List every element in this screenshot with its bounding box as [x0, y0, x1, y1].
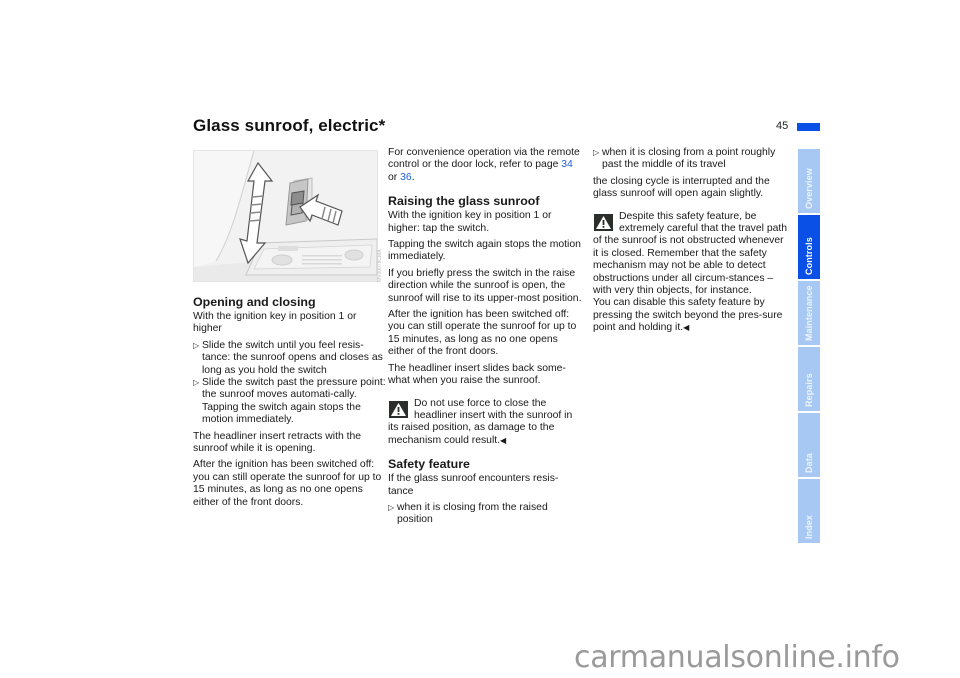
heading-safety-feature: Safety feature [388, 457, 470, 472]
tab-label: Maintenance [804, 285, 814, 341]
heading-raising-sunroof: Raising the glass sunroof [388, 194, 540, 209]
tab-maintenance[interactable]: Maintenance [798, 281, 820, 345]
page-link-36[interactable]: 36 [400, 172, 412, 183]
paragraph-convenience: For convenience operation via the remote… [388, 147, 583, 184]
list-item: ▷ when it is closing from the raised pos… [388, 502, 583, 527]
tab-label: Controls [804, 237, 814, 275]
bullet-arrow-icon: ▷ [193, 378, 200, 388]
page-number-bar [797, 123, 820, 131]
page-link-34[interactable]: 34 [561, 159, 573, 170]
tab-data[interactable]: Data [798, 413, 820, 477]
tab-repairs[interactable]: Repairs [798, 347, 820, 411]
column-2: For convenience operation via the remote… [388, 147, 583, 531]
paragraph: After the ignition has been switched off… [193, 459, 382, 508]
column-3: ▷ when it is closing from a point roughl… [593, 147, 788, 339]
paragraph: If you briefly press the switch in the r… [388, 267, 582, 304]
list-item-text: when it is closing from the raised posit… [397, 501, 548, 526]
tab-controls[interactable]: Controls [798, 215, 820, 279]
bullet-list: ▷ when it is closing from a point roughl… [593, 147, 788, 172]
warning-triangle-icon [389, 400, 408, 418]
paragraph: After the ignition has been switched off… [388, 309, 577, 358]
paragraph: the closing cycle is interrupted and the… [593, 175, 770, 200]
tab-label: Index [804, 514, 814, 539]
sunroof-switch-drawing [194, 151, 377, 281]
list-item: ▷ Slide the switch past the pressure poi… [193, 377, 388, 427]
tab-overview[interactable]: Overview [798, 149, 820, 213]
watermark: carmanualsonline.info [574, 640, 900, 675]
text: . [411, 171, 415, 183]
paragraph: The headliner insert slides back some-wh… [388, 362, 566, 387]
bullet-arrow-icon: ▷ [193, 340, 200, 350]
tab-label: Repairs [804, 373, 814, 407]
end-mark-icon: ◀ [500, 435, 507, 445]
tab-label: Overview [804, 168, 814, 209]
paragraph: With the ignition key in position 1 or h… [193, 311, 357, 335]
list-item: ▷ when it is closing from a point roughl… [593, 147, 788, 172]
page-title: Glass sunroof, electric* [193, 116, 386, 135]
end-mark-icon: ◀ [683, 323, 690, 333]
warning-text: Do not use force to close the headliner … [388, 398, 583, 448]
bullet-list: ▷ Slide the switch until you feel resis-… [193, 340, 388, 427]
heading-opening-closing: Opening and closing [193, 295, 316, 309]
warning-triangle-icon [594, 213, 613, 231]
warning-text: Despite this safety feature, be extremel… [593, 211, 788, 335]
list-item-text: when it is closing from a point roughly … [602, 147, 776, 171]
bullet-arrow-icon: ▷ [388, 502, 395, 512]
page-number: 45 [776, 120, 789, 132]
tab-index[interactable]: Index [798, 479, 820, 543]
list-item: ▷ Slide the switch until you feel resis-… [193, 340, 388, 377]
bullet-list: ▷ when it is closing from the raised pos… [388, 502, 583, 527]
text: or [388, 171, 401, 183]
list-item-text: Slide the switch until you feel resis-ta… [202, 339, 383, 376]
figure-code: MV00078CMA [377, 249, 383, 282]
warning-body: Despite this safety feature, be extremel… [593, 210, 788, 297]
paragraph: If the glass sunroof encounters resis-ta… [388, 473, 559, 497]
paragraph: With the ignition key in position 1 or h… [388, 210, 552, 234]
column-1: Opening and closing With the ignition ke… [193, 295, 388, 513]
warning-body: Do not use force to close the headliner … [388, 397, 573, 446]
bullet-arrow-icon: ▷ [593, 148, 600, 157]
sunroof-switch-illustration [193, 150, 378, 282]
paragraph: Tapping the switch again stops the motio… [388, 239, 581, 263]
warning-note: Despite this safety feature, be extremel… [593, 211, 788, 335]
paragraph: The headliner insert retracts with the s… [193, 430, 362, 455]
tab-label: Data [804, 453, 814, 473]
list-item-note: Tapping the switch again stops the motio… [202, 401, 361, 426]
list-item-text: Slide the switch past the pressure point… [202, 377, 386, 401]
text: For convenience operation via the remote… [388, 147, 580, 171]
warning-note: Do not use force to close the headliner … [388, 398, 583, 448]
